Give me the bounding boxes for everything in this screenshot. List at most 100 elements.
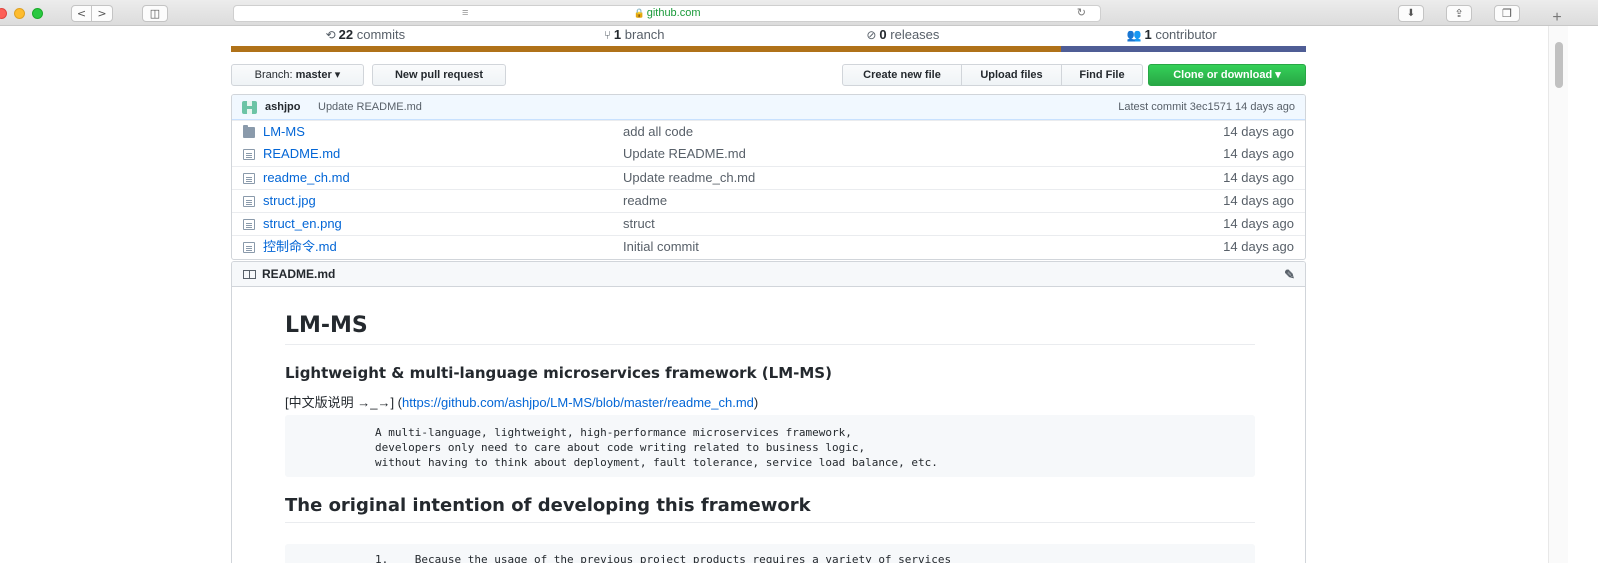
tag-icon: ⊘ <box>866 28 877 42</box>
window-minimize-button[interactable] <box>14 8 25 19</box>
sidebar-toggle-button[interactable]: ◫ <box>142 5 168 22</box>
url-text: github.com <box>646 7 701 19</box>
releases-label: releases <box>890 27 940 42</box>
file-name-link[interactable]: README.md <box>263 143 340 165</box>
file-name-link[interactable]: struct.jpg <box>263 190 316 212</box>
file-name-link[interactable]: readme_ch.md <box>263 167 350 189</box>
create-new-file-button[interactable]: Create new file <box>842 64 962 86</box>
commits-count: 22 <box>338 27 354 42</box>
file-row: README.md Update README.md 14 days ago <box>232 143 1305 166</box>
find-file-button[interactable]: Find File <box>1061 64 1143 86</box>
history-icon: ⟲ <box>325 28 336 42</box>
people-icon: 👥 <box>1126 28 1142 42</box>
pencil-icon[interactable]: ✎ <box>1284 263 1295 287</box>
forward-icon: > <box>97 7 107 20</box>
file-commit-message[interactable]: add all code <box>623 121 693 143</box>
address-url: 🔒 github.com <box>234 6 1100 21</box>
branch-select-button[interactable]: Branch: master ▾ <box>231 64 364 86</box>
branches-label: branch <box>624 27 665 42</box>
reload-icon[interactable]: ↻ <box>1077 6 1086 21</box>
file-commit-message[interactable]: Initial commit <box>623 236 699 258</box>
caret-down-icon: ▾ <box>334 69 341 81</box>
file-row: struct_en.png struct 14 days ago <box>232 212 1305 235</box>
file-row: 控制命令.md Initial commit 14 days ago <box>232 235 1305 258</box>
back-icon: < <box>76 7 87 20</box>
window-edge <box>1568 26 1598 563</box>
file-commit-message[interactable]: Update readme_ch.md <box>623 167 755 189</box>
commit-meta[interactable]: Latest commit 3ec1571 14 days ago <box>1118 95 1295 119</box>
file-age: 14 days ago <box>1223 239 1294 254</box>
share-button[interactable]: ⇪ <box>1446 5 1472 22</box>
sidebar-icon: ◫ <box>149 7 161 20</box>
file-icon <box>243 173 255 184</box>
chinese-readme-link[interactable]: https://github.com/ashjpo/LM-MS/blob/mas… <box>402 395 754 410</box>
tabs-icon: ❐ <box>1502 7 1512 20</box>
commit-tease: ashjpo Update README.md Latest commit 3e… <box>232 95 1305 120</box>
intention-code-block: 1. Because the usage of the previous pro… <box>285 544 1255 563</box>
file-age: 14 days ago <box>1223 216 1294 231</box>
new-pull-request-button[interactable]: New pull request <box>372 64 506 86</box>
avatar[interactable] <box>242 101 257 114</box>
page-scrollbar[interactable] <box>1548 26 1568 563</box>
file-age: 14 days ago <box>1223 170 1294 185</box>
file-row: struct.jpg readme 14 days ago <box>232 189 1305 212</box>
branches-count: 1 <box>613 27 622 42</box>
caret-down-icon: ▾ <box>1275 69 1281 81</box>
book-icon <box>243 270 256 279</box>
releases-count: 0 <box>879 27 887 42</box>
window-zoom-button[interactable] <box>32 8 43 19</box>
commit-author[interactable]: ashjpo <box>265 95 300 119</box>
branch-icon: ⑂ <box>603 28 611 42</box>
file-list: ashjpo Update README.md Latest commit 3e… <box>231 94 1306 260</box>
file-commit-message[interactable]: Update README.md <box>623 143 746 165</box>
file-name-link[interactable]: LM-MS <box>263 121 305 143</box>
file-commit-message[interactable]: struct <box>623 213 655 235</box>
file-navigation: Branch: master ▾ New pull request Create… <box>231 64 1306 86</box>
commit-message[interactable]: Update README.md <box>318 95 422 119</box>
contributors-label: contributor <box>1155 27 1217 42</box>
file-icon <box>243 149 255 160</box>
readme-subtitle: Lightweight & multi-language microservic… <box>285 364 832 382</box>
share-icon: ⇪ <box>1454 7 1464 20</box>
file-row: LM-MS add all code 14 days ago <box>232 120 1305 143</box>
readme-header: README.md ✎ <box>232 262 1305 287</box>
clone-or-download-button[interactable]: Clone or download ▾ <box>1148 64 1306 86</box>
download-icon: ⬇ <box>1406 8 1416 19</box>
file-row: readme_ch.md Update readme_ch.md 14 days a… <box>232 166 1305 189</box>
readme-box: README.md ✎ LM-MS Lightweight & multi-la… <box>231 261 1306 563</box>
file-icon <box>243 242 255 253</box>
readme-title: README.md <box>262 267 336 281</box>
readme-h2: The original intention of developing thi… <box>285 495 1255 523</box>
address-bar[interactable]: ≡ 🔒 github.com ↻ <box>233 5 1101 22</box>
intro-code-block: A multi-language, lightweight, high-perf… <box>285 415 1255 477</box>
language-segment-primary[interactable] <box>231 46 1061 52</box>
branch-prefix: Branch: <box>254 69 293 81</box>
file-name-link[interactable]: struct_en.png <box>263 213 342 235</box>
file-commit-message[interactable]: readme <box>623 190 667 212</box>
cn-suffix: ) <box>753 395 759 410</box>
commits-label: commits <box>356 27 406 42</box>
plus-icon: + <box>1552 9 1562 26</box>
file-icon <box>243 196 255 207</box>
clone-label: Clone or download <box>1173 69 1273 81</box>
tab-overview-button[interactable]: ❐ <box>1494 5 1520 22</box>
file-icon <box>243 219 255 230</box>
file-age: 14 days ago <box>1223 124 1294 139</box>
lock-icon: 🔒 <box>633 8 645 18</box>
language-segment-secondary[interactable] <box>1061 46 1306 52</box>
cn-prefix: [中文版说明 →_→] ( <box>285 395 403 410</box>
file-name-link[interactable]: 控制命令.md <box>263 236 337 258</box>
chinese-readme-line: [中文版说明 →_→] (https://github.com/ashjpo/L… <box>285 392 758 411</box>
forward-button[interactable]: > <box>92 5 113 22</box>
downloads-button[interactable]: ⬇ <box>1398 5 1424 22</box>
upload-files-button[interactable]: Upload files <box>961 64 1062 86</box>
browser-toolbar: < > ◫ ≡ 🔒 github.com ↻ ⬇ ⇪ ❐ + <box>0 0 1598 26</box>
window-close-button[interactable] <box>0 8 7 19</box>
file-age: 14 days ago <box>1223 193 1294 208</box>
file-age: 14 days ago <box>1223 146 1294 161</box>
back-button[interactable]: < <box>71 5 92 22</box>
contributors-count: 1 <box>1144 27 1152 42</box>
scroll-thumb[interactable] <box>1555 42 1563 88</box>
readme-h1: LM-MS <box>285 313 1255 345</box>
language-bar[interactable] <box>231 46 1306 52</box>
